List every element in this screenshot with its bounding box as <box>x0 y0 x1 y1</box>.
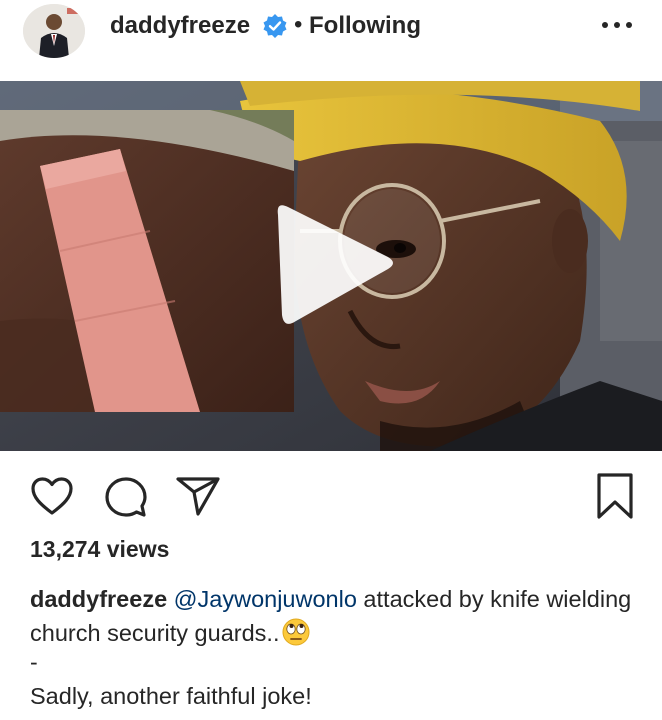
separator-dot: • <box>294 11 303 38</box>
more-options-icon[interactable] <box>602 14 632 36</box>
caption-line-2: Sadly, another faithful joke! <box>30 683 312 709</box>
caption-mention[interactable]: @Jaywonjuwonlo <box>174 586 357 612</box>
heart-icon[interactable] <box>30 476 74 516</box>
more-dot <box>602 22 608 28</box>
more-dot <box>614 22 620 28</box>
avatar[interactable] <box>23 4 85 58</box>
video-thumbnail[interactable] <box>0 81 662 451</box>
username-link[interactable]: daddyfreeze <box>110 12 250 40</box>
more-dot <box>626 22 632 28</box>
comment-icon[interactable] <box>105 476 147 518</box>
following-button[interactable]: Following <box>309 12 421 40</box>
share-icon[interactable] <box>174 474 222 518</box>
rolling-eyes-emoji-icon <box>282 618 310 646</box>
caption-dash: - <box>30 649 38 675</box>
caption: daddyfreeze @Jaywonjuwonlo attacked by k… <box>30 582 640 650</box>
view-count[interactable]: 13,274 views <box>30 535 169 563</box>
bookmark-icon[interactable] <box>595 472 635 520</box>
caption-username[interactable]: daddyfreeze <box>30 586 167 612</box>
verified-badge-icon <box>263 14 287 38</box>
post-header: daddyfreeze • Following <box>0 0 662 62</box>
